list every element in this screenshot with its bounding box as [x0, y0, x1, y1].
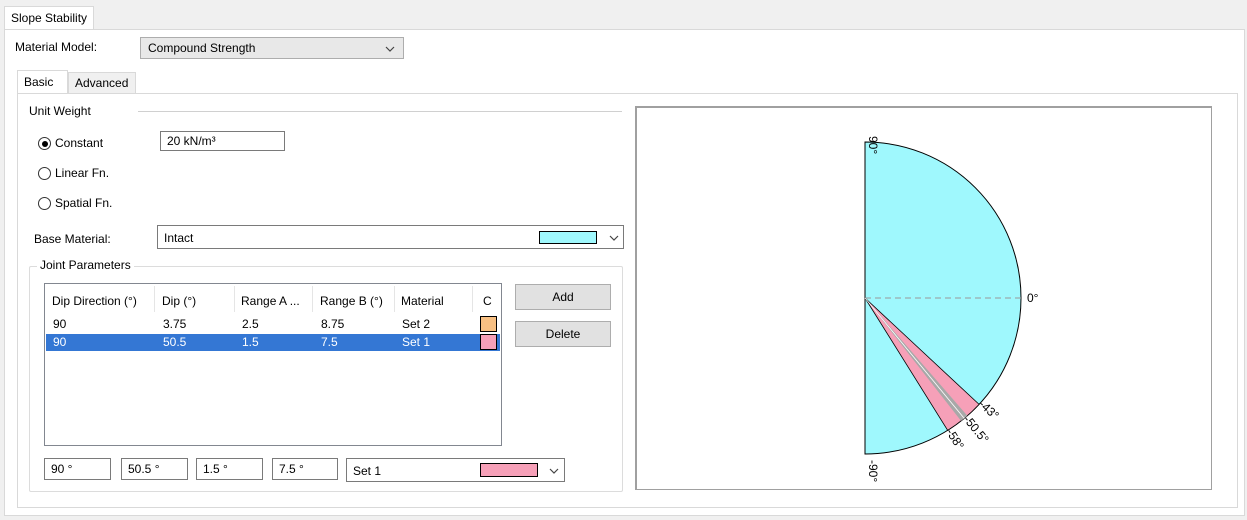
cell-range-b: 7.5	[321, 335, 338, 349]
unit-weight-value: 20 kN/m³	[167, 134, 216, 148]
dip-direction-input-value: 90 °	[51, 462, 73, 476]
add-button-label: Add	[552, 290, 574, 304]
column-header-range-a[interactable]: Range A ...	[241, 294, 300, 308]
material-model-label: Material Model:	[15, 40, 98, 54]
column-header-material[interactable]: Material	[401, 294, 444, 308]
base-material-value: Intact	[164, 231, 194, 245]
joint-parameters-table[interactable]: Dip Direction (°) Dip (°) Range A ... Ra…	[44, 283, 502, 446]
cell-dip: 50.5	[163, 335, 187, 349]
linear-fn-radio[interactable]	[38, 167, 51, 180]
label-bottom: -90°	[866, 460, 880, 482]
range-a-input-value: 1.5 °	[203, 462, 228, 476]
tab-slope-stability-label: Slope Stability	[11, 11, 88, 25]
table-row[interactable]: 90 50.5 1.5 7.5 Set 1	[46, 334, 500, 351]
cell-dip: 3.75	[163, 317, 187, 331]
range-a-input[interactable]: 1.5 °	[196, 458, 263, 480]
base-material-label: Base Material:	[34, 232, 111, 246]
tab-basic-label: Basic	[24, 75, 54, 89]
column-header-range-b[interactable]: Range B (°)	[320, 294, 383, 308]
joint-parameters-title: Joint Parameters	[37, 258, 134, 272]
header-separator	[234, 286, 235, 312]
add-button[interactable]: Add	[515, 284, 611, 310]
column-header-dip[interactable]: Dip (°)	[162, 294, 196, 308]
tab-advanced-label: Advanced	[75, 76, 129, 90]
delete-button[interactable]: Delete	[515, 321, 611, 347]
cell-color-swatch	[480, 316, 497, 332]
joint-material-color-swatch	[480, 463, 538, 477]
unit-weight-value-input[interactable]: 20 kN/m³	[160, 131, 285, 151]
joint-material-value: Set 1	[353, 464, 382, 478]
chevron-down-icon	[608, 232, 620, 244]
material-model-dropdown[interactable]: Compound Strength	[140, 37, 404, 59]
cell-dip-direction: 90	[53, 317, 67, 331]
cell-material: Set 1	[402, 335, 431, 349]
tab-basic[interactable]: Basic	[17, 70, 68, 94]
unit-weight-title: Unit Weight	[29, 104, 91, 118]
base-material-dropdown[interactable]: Intact	[157, 225, 624, 249]
chevron-down-icon	[548, 465, 560, 477]
constant-label: Constant	[55, 136, 104, 150]
label-top: 90°	[866, 136, 880, 154]
dip-direction-input[interactable]: 90 °	[44, 458, 111, 480]
material-model-value: Compound Strength	[148, 41, 256, 55]
range-b-input-value: 7.5 °	[279, 462, 304, 476]
header-separator	[154, 286, 155, 312]
cell-material: Set 2	[402, 317, 431, 331]
header-separator	[312, 286, 313, 312]
stereo-plot: 90° 0° -90° -43° -50.5° -58°	[864, 136, 1039, 482]
unit-weight-divider	[138, 111, 622, 112]
column-header-color[interactable]: C	[483, 294, 492, 308]
cell-dip-direction: 90	[53, 335, 67, 349]
cell-range-b: 8.75	[321, 317, 345, 331]
stereo-plot-panel: 90° 0° -90° -43° -50.5° -58°	[635, 106, 1212, 490]
dip-input[interactable]: 50.5 °	[121, 458, 188, 480]
header-separator	[394, 286, 395, 312]
header-separator	[472, 286, 473, 312]
cell-color-swatch	[480, 334, 497, 350]
column-header-dip-direction[interactable]: Dip Direction (°)	[52, 294, 137, 308]
label-right: 0°	[1027, 291, 1039, 305]
joint-material-dropdown[interactable]: Set 1	[346, 458, 565, 482]
dip-input-value: 50.5 °	[128, 462, 160, 476]
tab-slope-stability[interactable]: Slope Stability	[4, 6, 95, 30]
base-material-color-swatch	[539, 231, 597, 244]
constant-radio[interactable]	[38, 137, 51, 150]
tab-advanced[interactable]: Advanced	[68, 72, 136, 93]
cell-range-a: 1.5	[242, 335, 259, 349]
linear-fn-label: Linear Fn.	[55, 166, 110, 180]
range-b-input[interactable]: 7.5 °	[272, 458, 338, 480]
chevron-down-icon	[384, 43, 396, 55]
table-row[interactable]: 90 3.75 2.5 8.75 Set 2	[46, 316, 500, 333]
delete-button-label: Delete	[545, 327, 581, 341]
spatial-fn-radio[interactable]	[38, 197, 51, 210]
cell-range-a: 2.5	[242, 317, 259, 331]
spatial-fn-label: Spatial Fn.	[55, 196, 113, 210]
